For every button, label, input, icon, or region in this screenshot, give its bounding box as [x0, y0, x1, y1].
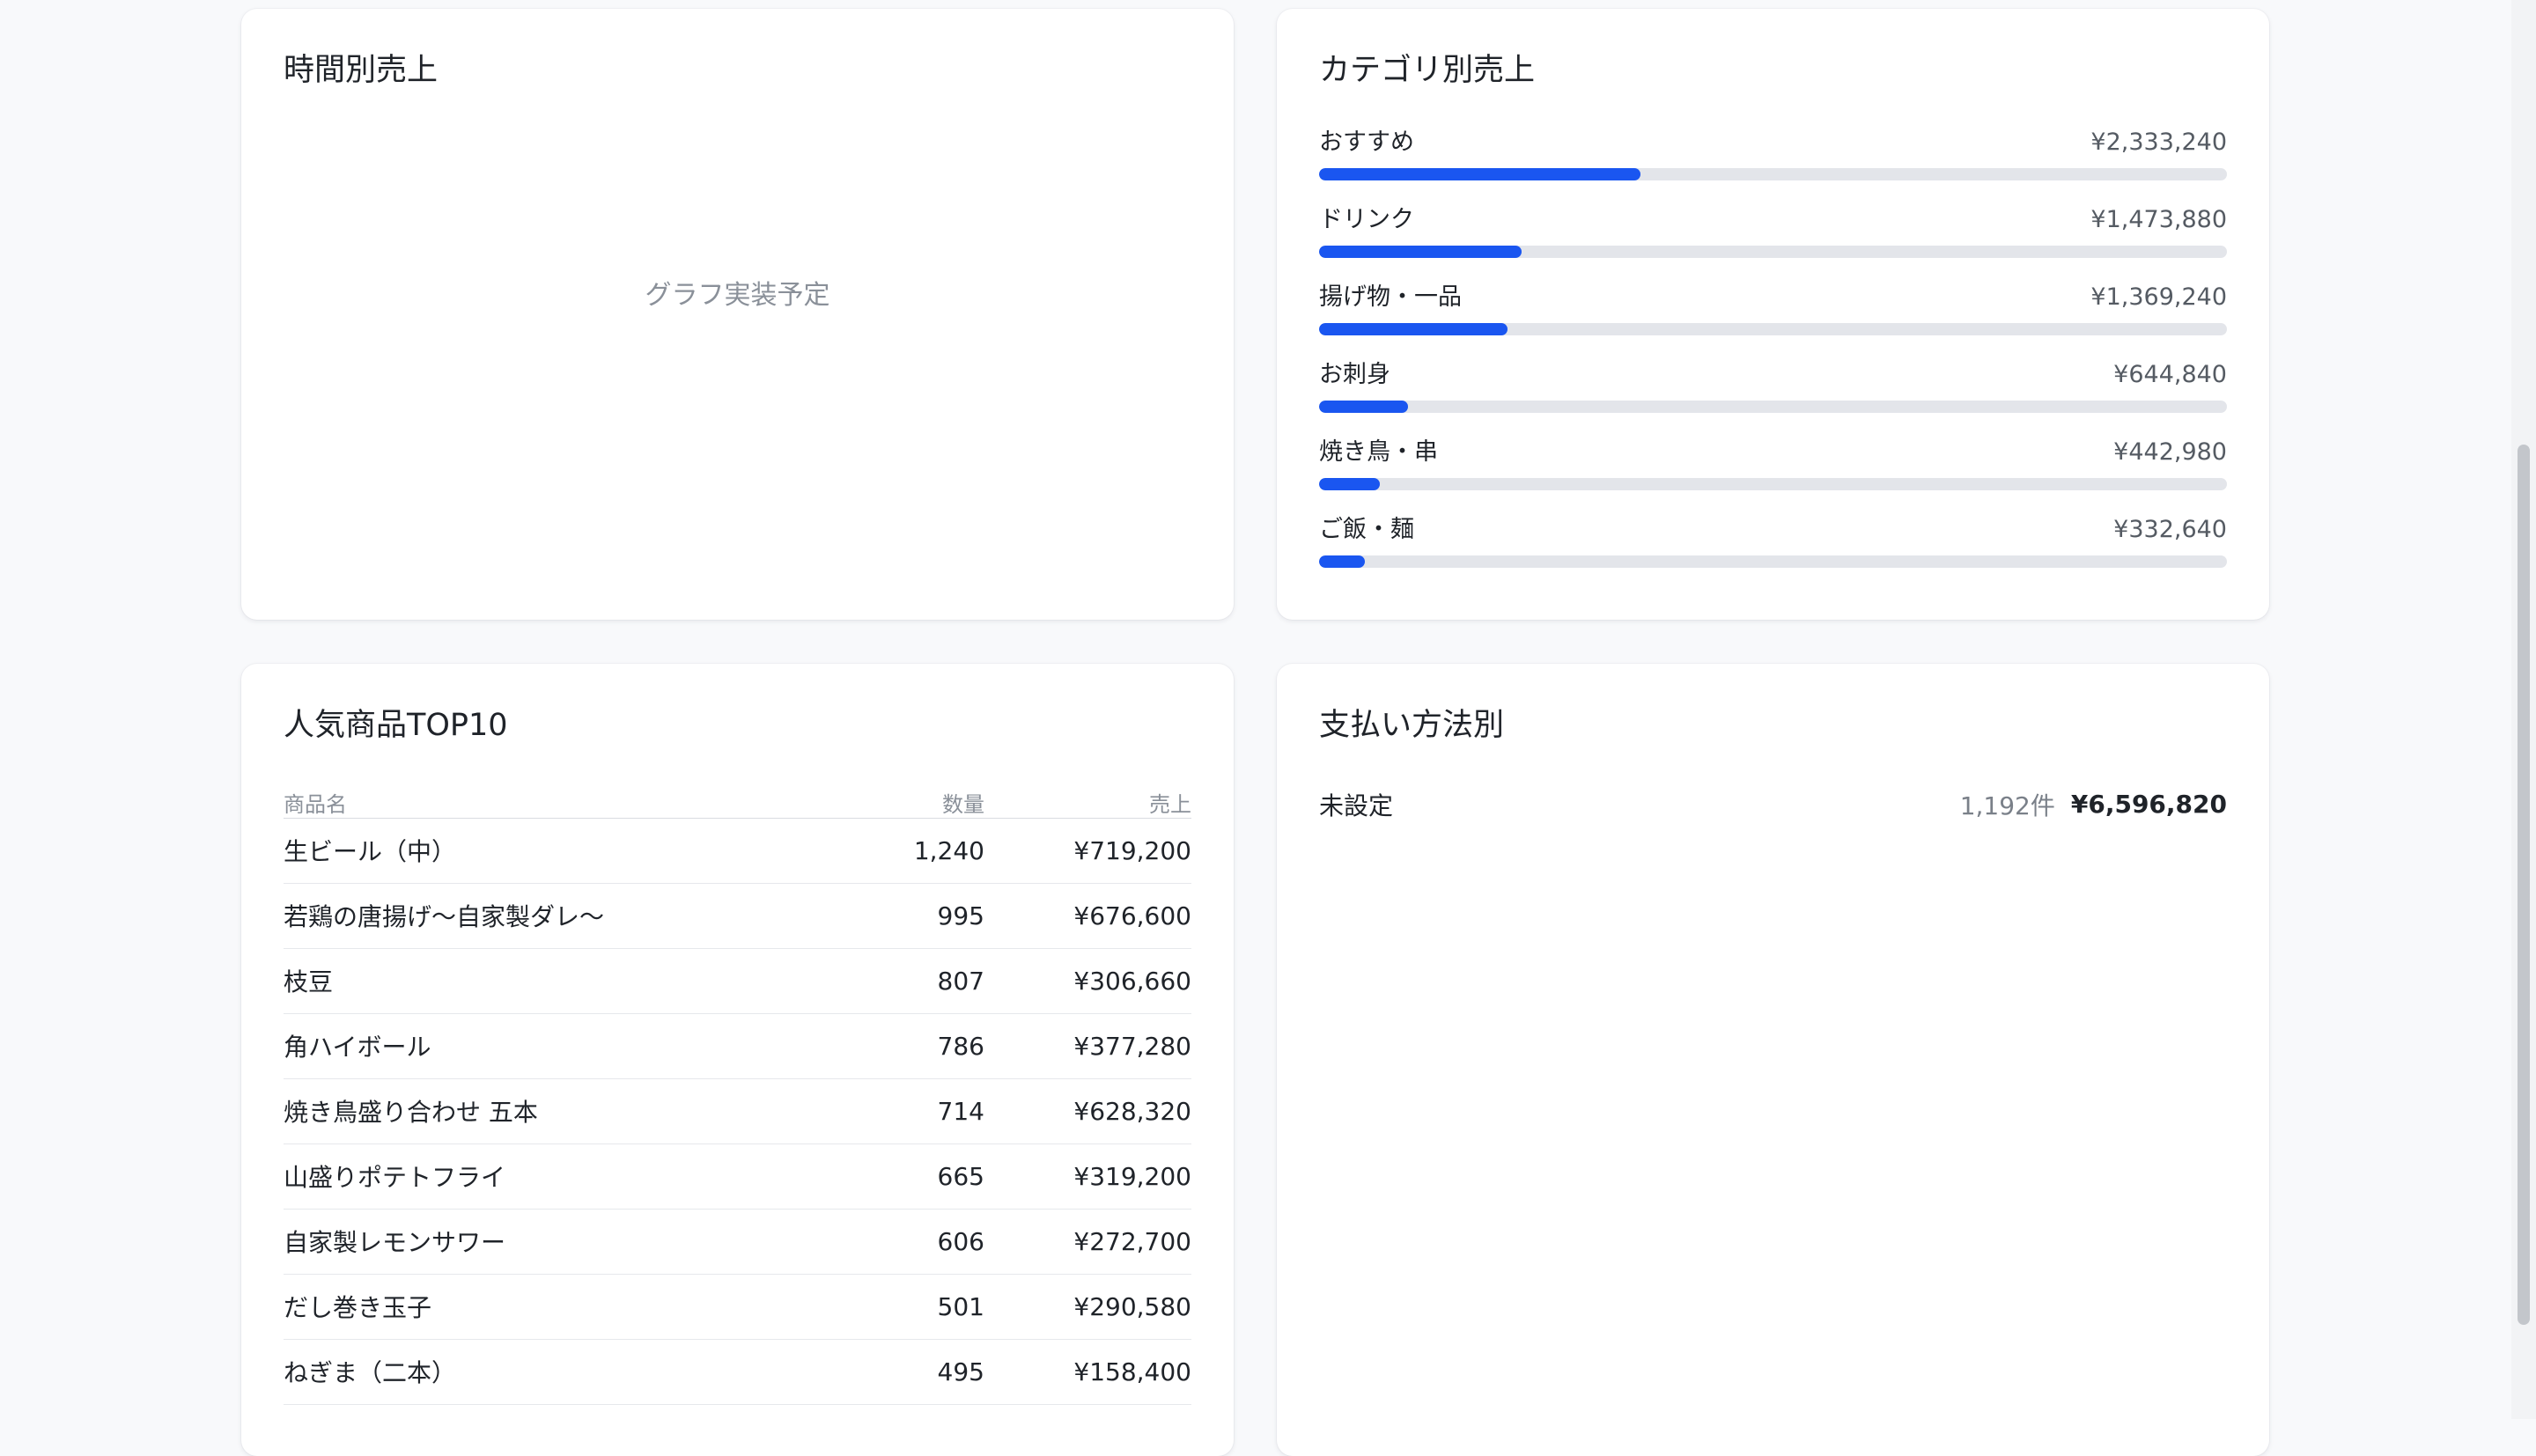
hourly-sales-card: 時間別売上 グラフ実装予定 — [241, 9, 1234, 620]
column-header-qty: 数量 — [852, 786, 984, 819]
product-name: 枝豆 — [284, 948, 852, 1014]
category-sales-card: カテゴリ別売上 おすすめ ¥2,333,240 ドリンク ¥1,473,880 … — [1277, 9, 2269, 620]
category-name: おすすめ — [1319, 128, 1414, 156]
product-sales: ¥290,580 — [984, 1274, 1191, 1340]
product-name: 自家製レモンサワー — [284, 1209, 852, 1275]
category-row: 焼き鳥・串 ¥442,980 — [1319, 437, 2227, 514]
category-amount: ¥2,333,240 — [2090, 128, 2227, 156]
product-qty: 501 — [852, 1274, 984, 1340]
chart-placeholder-text: グラフ実装予定 — [645, 280, 830, 311]
category-name: ドリンク — [1319, 205, 1414, 233]
category-sales-title: カテゴリ別売上 — [1319, 53, 1536, 88]
category-name: ご飯・麺 — [1319, 515, 1414, 543]
scrollbar-thumb[interactable] — [2518, 445, 2530, 1325]
table-row: 枝豆 807 ¥306,660 — [284, 948, 1191, 1014]
category-bar-fill — [1319, 400, 1409, 413]
category-bar-fill — [1319, 555, 1365, 568]
payment-row: 未設定 1,192件 ¥6,596,820 — [1319, 787, 2227, 822]
category-bar-track — [1319, 555, 2227, 568]
category-row: 揚げ物・一品 ¥1,369,240 — [1319, 282, 2227, 359]
top10-title: 人気商品TOP10 — [284, 708, 508, 743]
product-sales: ¥306,660 — [984, 948, 1191, 1014]
top10-products-card: 人気商品TOP10 商品名 数量 売上 生ビール（中） 1,240 ¥719,2… — [241, 664, 1234, 1456]
payment-method-title: 支払い方法別 — [1319, 708, 1505, 743]
table-row: 焼き鳥盛り合わせ 五本 714 ¥628,320 — [284, 1078, 1191, 1144]
table-row: 自家製レモンサワー 606 ¥272,700 — [284, 1209, 1191, 1275]
payment-method-card: 支払い方法別 未設定 1,192件 ¥6,596,820 — [1277, 664, 2269, 1456]
product-sales: ¥628,320 — [984, 1078, 1191, 1144]
category-row: ドリンク ¥1,473,880 — [1319, 204, 2227, 282]
product-sales: ¥377,280 — [984, 1013, 1191, 1079]
product-sales: ¥676,600 — [984, 883, 1191, 949]
payment-count: 1,192件 — [1959, 791, 2055, 820]
table-row: 山盛りポテトフライ 665 ¥319,200 — [284, 1143, 1191, 1210]
table-row: 若鶏の唐揚げ〜自家製ダレ〜 995 ¥676,600 — [284, 883, 1191, 949]
product-name: 生ビール（中） — [284, 818, 852, 884]
category-row: おすすめ ¥2,333,240 — [1319, 127, 2227, 204]
product-name: 角ハイボール — [284, 1013, 852, 1079]
product-sales: ¥272,700 — [984, 1209, 1191, 1275]
product-qty: 807 — [852, 948, 984, 1014]
product-name: ねぎま（二本） — [284, 1339, 852, 1405]
category-row: お刺身 ¥644,840 — [1319, 359, 2227, 437]
table-header-row: 商品名 数量 売上 — [284, 786, 1191, 819]
product-qty: 606 — [852, 1209, 984, 1275]
product-name: 山盛りポテトフライ — [284, 1143, 852, 1210]
category-list: おすすめ ¥2,333,240 ドリンク ¥1,473,880 揚げ物・一品 ¥… — [1319, 127, 2227, 592]
product-qty: 786 — [852, 1013, 984, 1079]
category-amount: ¥1,369,240 — [2090, 283, 2227, 311]
product-sales: ¥719,200 — [984, 818, 1191, 884]
product-name: だし巻き玉子 — [284, 1274, 852, 1340]
category-name: 揚げ物・一品 — [1319, 283, 1462, 311]
category-name: 焼き鳥・串 — [1319, 438, 1438, 466]
category-bar-track — [1319, 167, 2227, 180]
hourly-sales-title: 時間別売上 — [284, 53, 439, 88]
product-name: 焼き鳥盛り合わせ 五本 — [284, 1078, 852, 1144]
table-row: ねぎま（二本） 495 ¥158,400 — [284, 1339, 1191, 1405]
category-amount: ¥332,640 — [2113, 515, 2227, 543]
column-header-sales: 売上 — [984, 786, 1191, 819]
category-bar-track — [1319, 322, 2227, 335]
category-row: ご飯・麺 ¥332,640 — [1319, 514, 2227, 592]
product-qty: 714 — [852, 1078, 984, 1144]
payment-amount: ¥6,596,820 — [2070, 790, 2227, 819]
category-bar-track — [1319, 400, 2227, 413]
product-qty: 995 — [852, 883, 984, 949]
category-bar-fill — [1319, 477, 1381, 490]
product-name: 若鶏の唐揚げ〜自家製ダレ〜 — [284, 883, 852, 949]
category-bar-fill — [1319, 322, 1508, 335]
payment-method-name: 未設定 — [1319, 791, 1394, 820]
product-qty: 665 — [852, 1143, 984, 1210]
category-amount: ¥644,840 — [2113, 360, 2227, 388]
category-name: お刺身 — [1319, 360, 1390, 388]
top10-table: 商品名 数量 売上 生ビール（中） 1,240 ¥719,200 若鶏の唐揚げ〜… — [284, 786, 1191, 1405]
table-row: 角ハイボール 786 ¥377,280 — [284, 1013, 1191, 1079]
product-sales: ¥158,400 — [984, 1339, 1191, 1405]
table-row: だし巻き玉子 501 ¥290,580 — [284, 1274, 1191, 1340]
category-amount: ¥1,473,880 — [2090, 205, 2227, 233]
category-bar-fill — [1319, 245, 1522, 258]
product-qty: 1,240 — [852, 818, 984, 884]
product-qty: 495 — [852, 1339, 984, 1405]
table-row: 生ビール（中） 1,240 ¥719,200 — [284, 818, 1191, 884]
category-bar-fill — [1319, 167, 1640, 180]
category-bar-track — [1319, 245, 2227, 258]
category-amount: ¥442,980 — [2113, 438, 2227, 466]
page-scrollbar[interactable] — [2511, 0, 2536, 1419]
category-bar-track — [1319, 477, 2227, 490]
product-sales: ¥319,200 — [984, 1143, 1191, 1210]
column-header-name: 商品名 — [284, 786, 852, 819]
